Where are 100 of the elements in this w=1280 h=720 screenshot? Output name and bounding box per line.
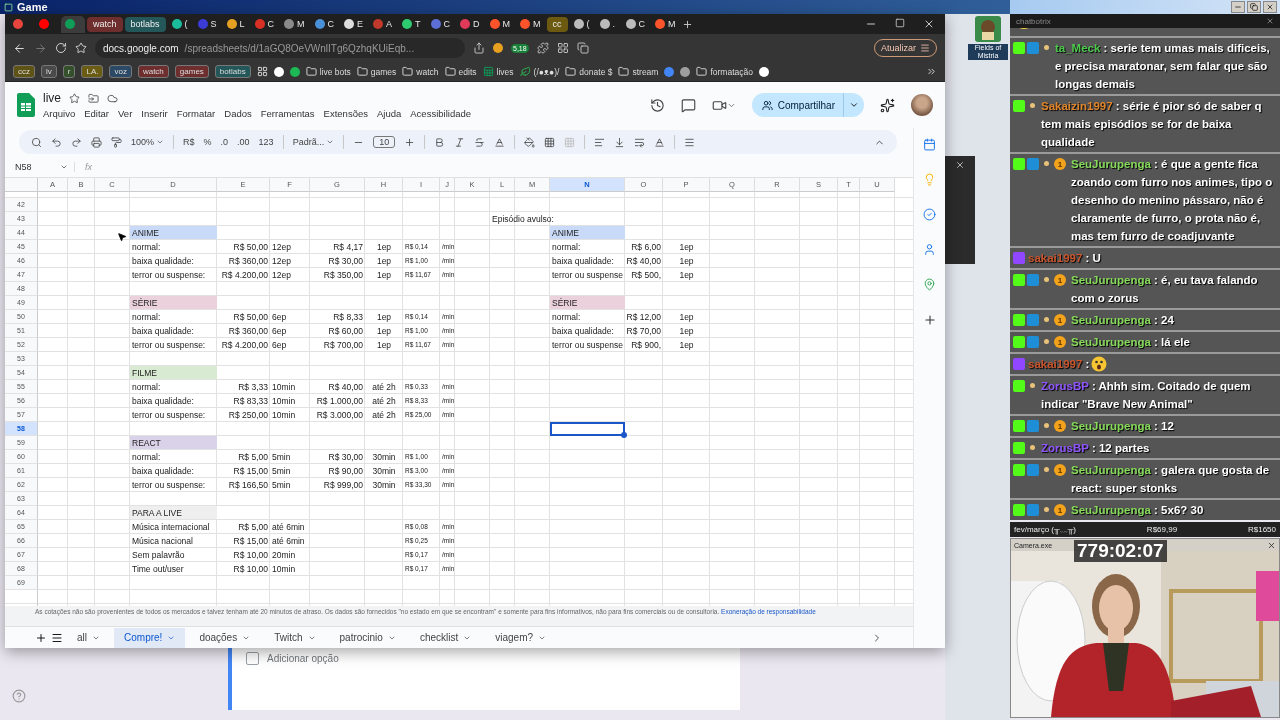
menu-item[interactable]: Ver bbox=[118, 108, 133, 119]
browser-tab[interactable]: M bbox=[651, 15, 680, 33]
name-box[interactable]: N58 bbox=[15, 161, 75, 172]
contacts-icon[interactable] bbox=[923, 243, 936, 256]
decrease-decimals-button[interactable]: .0 bbox=[220, 137, 229, 147]
game-icon[interactable] bbox=[975, 16, 1001, 42]
bookmark-folder[interactable]: formatação bbox=[696, 66, 753, 77]
move-icon[interactable] bbox=[88, 92, 99, 104]
history-icon[interactable] bbox=[649, 97, 665, 113]
tab-group[interactable]: botlabs bbox=[124, 16, 166, 32]
paint-format-icon[interactable] bbox=[111, 136, 122, 148]
bookmark-folder[interactable]: donate $ bbox=[565, 66, 613, 77]
menu-item[interactable]: Formatar bbox=[176, 108, 216, 119]
browser-tab[interactable]: C bbox=[310, 15, 339, 33]
menu-item[interactable]: Ferramentas bbox=[260, 108, 315, 119]
bold-icon[interactable] bbox=[434, 136, 446, 148]
close-icon[interactable] bbox=[923, 18, 935, 30]
calendar-icon[interactable] bbox=[923, 138, 936, 151]
browser-tab[interactable]: E bbox=[340, 15, 368, 33]
restore-button[interactable] bbox=[1247, 1, 1261, 13]
browser-tab[interactable]: M bbox=[516, 15, 545, 33]
borders-icon[interactable] bbox=[544, 136, 556, 148]
bookmark-icon[interactable] bbox=[273, 66, 284, 77]
fill-color-icon[interactable] bbox=[524, 136, 536, 148]
bookmark-folder[interactable]: stream bbox=[618, 66, 659, 77]
address-bar[interactable]: docs.google.com /spreadsheets/d/1aGQ8OeVWnlITg6QzhqKUiEqb... bbox=[95, 38, 465, 58]
tasks-icon[interactable] bbox=[923, 208, 936, 221]
browser-tab[interactable]: L bbox=[222, 15, 249, 33]
menu-item[interactable]: Dados bbox=[224, 108, 252, 119]
close-button[interactable] bbox=[1263, 1, 1277, 13]
document-title[interactable]: live bbox=[43, 91, 61, 105]
checkbox[interactable] bbox=[246, 652, 259, 665]
bookmark-chip[interactable]: voz bbox=[109, 65, 132, 78]
browser-tab[interactable] bbox=[61, 15, 85, 33]
sparkle-icon[interactable] bbox=[880, 97, 895, 113]
share-icon[interactable] bbox=[473, 42, 485, 54]
bookmark-folder[interactable]: live bots bbox=[305, 66, 351, 77]
bookmark-chip[interactable]: LA. bbox=[81, 65, 104, 78]
bookmark-folder[interactable]: games bbox=[356, 66, 397, 77]
menu-item[interactable]: Ajuda bbox=[376, 108, 402, 119]
redo-icon[interactable] bbox=[71, 136, 82, 148]
bookmark-folder[interactable]: watch bbox=[402, 66, 439, 77]
close-icon[interactable] bbox=[1266, 17, 1274, 25]
browser-tab[interactable]: S bbox=[193, 15, 221, 33]
bookmark-folder[interactable]: edits bbox=[444, 66, 477, 77]
rotate-text-icon[interactable] bbox=[654, 136, 666, 148]
more-bookmarks-icon[interactable] bbox=[926, 66, 937, 77]
all-sheets-icon[interactable] bbox=[51, 631, 63, 644]
browser-tab[interactable]: ( bbox=[569, 15, 594, 33]
currency-button[interactable]: R$ bbox=[183, 137, 195, 147]
sheet-tab[interactable]: viagem? bbox=[485, 627, 557, 648]
add-sheet-icon[interactable] bbox=[35, 631, 47, 644]
bookmark-icon[interactable] bbox=[758, 66, 769, 77]
number-format-button[interactable]: 123 bbox=[258, 137, 274, 147]
percent-button[interactable]: % bbox=[203, 137, 212, 147]
browser-tab[interactable]: D bbox=[456, 15, 484, 33]
menu-item[interactable]: Arquivo bbox=[43, 108, 76, 119]
menu-item[interactable]: Acessibilidade bbox=[410, 108, 471, 119]
sheet-tab[interactable]: doações bbox=[189, 627, 261, 648]
tab-search-icon[interactable] bbox=[576, 42, 589, 54]
text-color-icon[interactable] bbox=[494, 136, 506, 148]
sheet-tab[interactable]: all bbox=[67, 627, 110, 648]
align-icon[interactable] bbox=[594, 136, 606, 148]
close-icon[interactable] bbox=[1267, 540, 1276, 550]
bookmark-chip[interactable]: games bbox=[174, 65, 209, 78]
bookmark[interactable]: (/●ᴥ●)/ bbox=[519, 66, 560, 77]
tab-group[interactable]: cc bbox=[546, 16, 568, 32]
print-icon[interactable] bbox=[91, 136, 102, 148]
maximize-icon[interactable] bbox=[895, 18, 905, 28]
bookmark-chip[interactable]: botlabs bbox=[214, 65, 251, 78]
reload-icon[interactable] bbox=[55, 42, 67, 54]
browser-tab[interactable]: C bbox=[250, 15, 279, 33]
avatar[interactable] bbox=[911, 94, 933, 116]
back-icon[interactable] bbox=[13, 41, 26, 55]
bookmark[interactable]: lives bbox=[482, 66, 514, 77]
undo-icon[interactable] bbox=[51, 136, 62, 148]
sheet-tab[interactable]: checklist bbox=[409, 627, 482, 648]
apps-icon[interactable] bbox=[256, 66, 268, 77]
comment-icon[interactable] bbox=[680, 97, 696, 113]
add-icon[interactable] bbox=[922, 313, 937, 327]
more-icon[interactable] bbox=[684, 136, 696, 148]
menu-item[interactable]: Editar bbox=[84, 108, 110, 119]
add-option-text[interactable]: Adicionar opção bbox=[267, 652, 339, 666]
new-tab-icon[interactable] bbox=[681, 18, 693, 30]
selected-cell[interactable] bbox=[550, 422, 625, 436]
forward-icon[interactable] bbox=[34, 41, 47, 55]
increase-decimals-button[interactable]: .00 bbox=[237, 137, 250, 147]
browser-tab[interactable]: A bbox=[369, 15, 397, 33]
sheet-tab[interactable]: Twitch bbox=[264, 627, 326, 648]
italic-icon[interactable] bbox=[454, 136, 466, 148]
sidebar-icon[interactable] bbox=[556, 42, 569, 54]
browser-tab[interactable]: T bbox=[398, 15, 425, 33]
menu-item[interactable]: Extensões bbox=[323, 108, 368, 119]
browser-tab[interactable]: M bbox=[280, 15, 309, 33]
wrap-icon[interactable] bbox=[634, 136, 646, 148]
star-icon[interactable] bbox=[69, 92, 80, 104]
menu-item[interactable]: Inserir bbox=[141, 108, 168, 119]
browser-tab[interactable]: C bbox=[426, 15, 455, 33]
tab-group[interactable]: watch bbox=[87, 16, 123, 32]
bookmark-chip[interactable]: r bbox=[62, 65, 76, 78]
